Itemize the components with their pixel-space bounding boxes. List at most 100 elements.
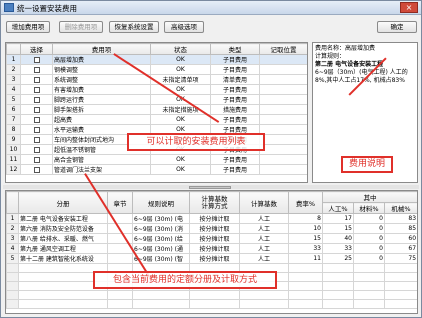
rate-cell[interactable]: 10 [288, 223, 323, 234]
close-button[interactable]: × [400, 2, 418, 13]
fee-name-cell[interactable]: 脚手架搭拆 [52, 104, 151, 115]
material-cell[interactable]: 0 [353, 223, 385, 234]
labor-cell[interactable]: 33 [322, 243, 354, 254]
machine-cell[interactable]: 75 [383, 253, 417, 264]
detail-header-machine[interactable]: 机械% [383, 202, 417, 214]
select-checkbox[interactable] [33, 96, 40, 103]
basis-cell[interactable]: 人工 [239, 253, 289, 264]
select-cell[interactable] [20, 134, 53, 145]
fee-row[interactable]: 7 超高费 OK 子目费用 [6, 114, 307, 125]
basis-cell[interactable]: 人工 [239, 233, 289, 244]
labor-cell[interactable]: 40 [322, 233, 354, 244]
select-checkbox[interactable] [33, 86, 40, 93]
calc-method-cell[interactable]: 按分摊计取 [189, 223, 240, 234]
select-checkbox[interactable] [33, 66, 40, 73]
advanced-options-button[interactable]: 高级选项 [164, 21, 204, 33]
fee-row[interactable]: 5 脚跨运行费 OK 子目费用 [6, 94, 307, 105]
fee-name-cell[interactable]: 高层增加费 [52, 54, 151, 65]
basis-cell[interactable]: 人工 [239, 243, 289, 254]
fee-name-cell[interactable]: 钢模调整 [52, 64, 151, 75]
fee-name-cell[interactable]: 有害增加费 [52, 84, 151, 95]
material-cell[interactable]: 0 [353, 243, 385, 254]
labor-cell[interactable]: 25 [322, 253, 354, 264]
chapter-cell[interactable] [107, 253, 133, 264]
machine-cell[interactable]: 85 [383, 223, 417, 234]
select-cell[interactable] [20, 54, 53, 65]
select-checkbox[interactable] [33, 76, 40, 83]
fee-name-cell[interactable]: 超高费 [52, 114, 151, 125]
position-cell[interactable] [259, 54, 307, 65]
detail-row[interactable]: 4 第九册 通风空调工程 6~9层 (30m) (通 按分摊计取 人工 33 33 0 67 [6, 243, 417, 254]
detail-header-rule[interactable]: 规则说明 [132, 191, 190, 214]
select-checkbox[interactable] [33, 136, 40, 143]
select-cell[interactable] [20, 114, 53, 125]
detail-row[interactable]: 5 第十二册 建筑智能化系统设 6~9层 (30m) (智 按分摊计取 人工 11 25 0 7… [6, 253, 417, 264]
fee-row[interactable]: 2 钢模调整 OK 子目费用 [6, 64, 307, 75]
delete-fee-button[interactable]: 删除费用项 [59, 21, 103, 33]
fee-row[interactable]: 1 高层增加费 OK 子目费用 [6, 54, 307, 65]
select-checkbox[interactable] [33, 166, 40, 173]
detail-header-calc-method[interactable]: 计算基数 计算方式 [189, 191, 240, 214]
fee-name-cell[interactable]: 脚跨运行费 [52, 94, 151, 105]
machine-cell[interactable]: 83 [383, 213, 417, 224]
detail-header-basis[interactable]: 计算基数 [239, 191, 289, 214]
position-cell[interactable] [259, 114, 307, 125]
fee-name-cell[interactable]: 系统调整 [52, 74, 151, 85]
ok-button[interactable]: 确定 [377, 21, 417, 33]
col-header-fee-item[interactable]: 费用项 [52, 43, 151, 55]
calc-method-cell[interactable]: 按分摊计取 [189, 243, 240, 254]
col-header-status[interactable]: 状态 [150, 43, 211, 55]
detail-row[interactable]: 2 第六册 消防及安全防范设备 6~9层 (30m) (消 按分摊计取 人工 10 15 0 8… [6, 223, 417, 234]
calc-method-cell[interactable]: 按分摊计取 [189, 213, 240, 224]
position-cell[interactable] [259, 84, 307, 95]
add-fee-button[interactable]: 增加费用项 [6, 21, 50, 33]
select-cell[interactable] [20, 64, 53, 75]
rate-cell[interactable]: 8 [288, 213, 323, 224]
detail-row[interactable]: 3 第八册 给排水、采暖、燃气 6~9层 (30m) (给 按分摊计取 人工 15 40 0 6… [6, 233, 417, 244]
fee-row[interactable]: 6 脚手架搭拆 未指定措施项 措施费用 [6, 104, 307, 115]
select-cell[interactable] [20, 124, 53, 135]
col-header-position[interactable]: 记取位置 [259, 43, 307, 55]
calc-method-cell[interactable]: 按分摊计取 [189, 233, 240, 244]
detail-header-material[interactable]: 材料% [353, 202, 385, 214]
rate-cell[interactable]: 15 [288, 233, 323, 244]
select-cell[interactable] [20, 74, 53, 85]
position-cell[interactable] [259, 134, 307, 145]
position-cell[interactable] [259, 124, 307, 135]
select-cell[interactable] [20, 94, 53, 105]
select-checkbox[interactable] [33, 146, 40, 153]
select-cell[interactable] [20, 164, 53, 175]
select-cell[interactable] [20, 144, 53, 155]
detail-header-chapter[interactable]: 章节 [107, 191, 133, 214]
position-cell[interactable] [259, 104, 307, 115]
fee-row[interactable]: 4 有害增加费 OK 子目费用 [6, 84, 307, 95]
col-header-select[interactable]: 选择 [20, 43, 53, 55]
select-cell[interactable] [20, 104, 53, 115]
position-cell[interactable] [259, 164, 307, 175]
detail-header-labor[interactable]: 人工% [322, 202, 354, 214]
position-cell[interactable] [259, 74, 307, 85]
select-cell[interactable] [20, 84, 53, 95]
calc-method-cell[interactable]: 按分摊计取 [189, 253, 240, 264]
fee-row[interactable]: 11 高合金钢管 OK 子目费用 [6, 154, 307, 165]
fee-name-cell[interactable]: 高合金钢管 [52, 154, 151, 165]
basis-cell[interactable]: 人工 [239, 213, 289, 224]
fee-row[interactable]: 12 管道调门法兰支架 OK 子目费用 [6, 164, 307, 175]
select-checkbox[interactable] [33, 116, 40, 123]
rate-cell[interactable]: 11 [288, 253, 323, 264]
basis-cell[interactable]: 人工 [239, 223, 289, 234]
material-cell[interactable]: 0 [353, 233, 385, 244]
labor-cell[interactable]: 15 [322, 223, 354, 234]
material-cell[interactable]: 0 [353, 253, 385, 264]
machine-cell[interactable]: 60 [383, 233, 417, 244]
rate-cell[interactable]: 33 [288, 243, 323, 254]
select-checkbox[interactable] [33, 156, 40, 163]
select-cell[interactable] [20, 154, 53, 165]
select-checkbox[interactable] [33, 106, 40, 113]
position-cell[interactable] [259, 154, 307, 165]
fee-name-cell[interactable]: 管道调门法兰支架 [52, 164, 151, 175]
splitter-handle[interactable] [189, 186, 231, 189]
detail-header-division[interactable]: 分册 [18, 191, 108, 214]
detail-header-rate[interactable]: 费率% [288, 191, 323, 214]
labor-cell[interactable]: 17 [322, 213, 354, 224]
